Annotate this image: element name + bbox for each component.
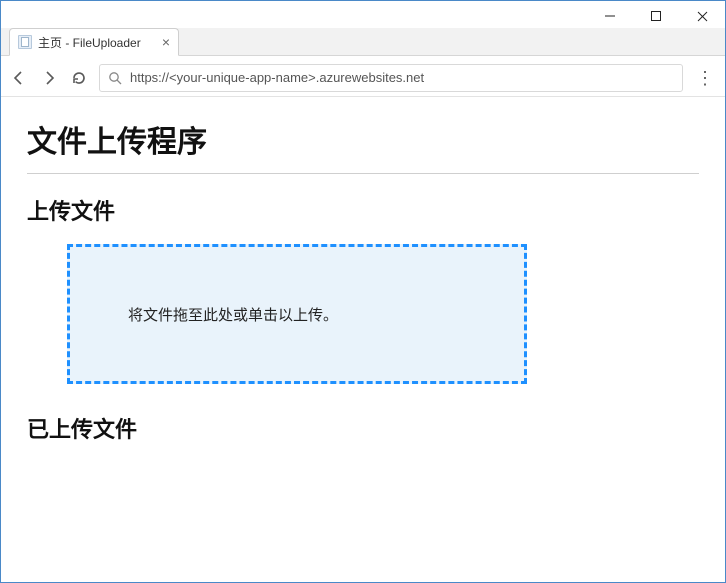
tab-close-icon[interactable]: ×	[162, 35, 170, 49]
upload-section-title: 上传文件	[27, 194, 699, 226]
nav-reload-button[interactable]	[69, 68, 89, 88]
address-input[interactable]	[130, 70, 674, 85]
nav-forward-button[interactable]	[39, 68, 59, 88]
browser-tab[interactable]: 主页 - FileUploader ×	[9, 28, 179, 56]
page-title: 文件上传程序	[27, 117, 699, 161]
browser-tabstrip: 主页 - FileUploader ×	[1, 28, 725, 56]
window-minimize-button[interactable]	[587, 1, 633, 31]
nav-back-button[interactable]	[9, 68, 29, 88]
browser-toolbar: ⋮	[1, 59, 725, 97]
dropzone-text: 将文件拖至此处或单击以上传。	[128, 304, 338, 325]
search-icon	[108, 71, 122, 85]
browser-menu-button[interactable]: ⋮	[693, 69, 717, 87]
page-favicon-icon	[18, 35, 32, 49]
tab-title: 主页 - FileUploader	[38, 34, 141, 51]
page-content: 文件上传程序 上传文件 将文件拖至此处或单击以上传。 已上传文件	[1, 97, 725, 482]
window-maximize-button[interactable]	[633, 1, 679, 31]
window-close-button[interactable]	[679, 1, 725, 31]
address-bar[interactable]	[99, 64, 683, 92]
file-dropzone[interactable]: 将文件拖至此处或单击以上传。	[67, 244, 527, 384]
divider	[27, 173, 699, 174]
uploaded-section-title: 已上传文件	[27, 412, 699, 444]
window-titlebar	[1, 1, 725, 31]
